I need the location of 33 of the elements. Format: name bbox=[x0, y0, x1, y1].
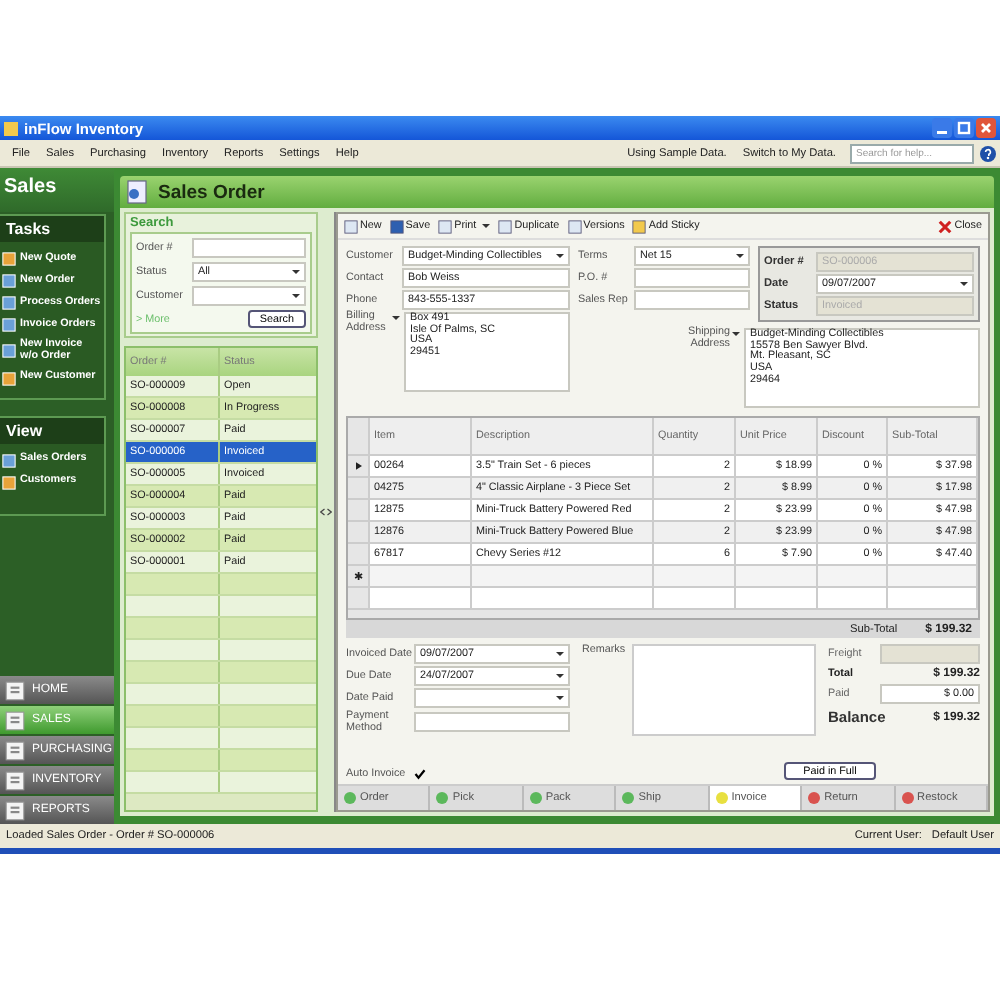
date-dropdown[interactable] bbox=[414, 688, 570, 708]
caret-icon bbox=[482, 224, 491, 228]
splitter-arrows-icon[interactable] bbox=[320, 508, 332, 516]
row-header[interactable] bbox=[348, 456, 370, 476]
caret-icon[interactable] bbox=[392, 316, 400, 320]
caret-icon bbox=[556, 674, 564, 678]
panel-title: Tasks bbox=[0, 216, 104, 242]
close-icon bbox=[938, 219, 953, 233]
input-field[interactable] bbox=[634, 290, 750, 310]
input-field[interactable] bbox=[634, 268, 750, 288]
caret-icon bbox=[556, 254, 564, 258]
caret-icon bbox=[556, 696, 564, 700]
close-button[interactable] bbox=[976, 118, 996, 138]
panel-title: View bbox=[0, 417, 104, 444]
dropdown-field[interactable] bbox=[192, 286, 306, 306]
document-icon bbox=[126, 180, 150, 204]
section-title: Sales bbox=[0, 168, 114, 212]
input-field[interactable] bbox=[192, 238, 306, 258]
minimize-button[interactable] bbox=[932, 118, 952, 138]
caret-icon bbox=[292, 270, 300, 274]
auto-invoice-checkbox[interactable] bbox=[414, 768, 426, 780]
caret-icon bbox=[736, 254, 744, 258]
help-icon[interactable] bbox=[980, 145, 996, 161]
caret-icon bbox=[960, 282, 968, 286]
caret-icon[interactable] bbox=[732, 332, 740, 336]
page-title: Sales Order bbox=[158, 181, 265, 203]
caret-icon bbox=[292, 294, 300, 298]
app-icon bbox=[4, 121, 18, 135]
remarks-field[interactable] bbox=[631, 644, 816, 736]
caret-icon bbox=[556, 652, 564, 656]
input-field[interactable] bbox=[414, 712, 570, 732]
freight-field bbox=[880, 644, 980, 664]
maximize-button[interactable] bbox=[954, 118, 974, 138]
